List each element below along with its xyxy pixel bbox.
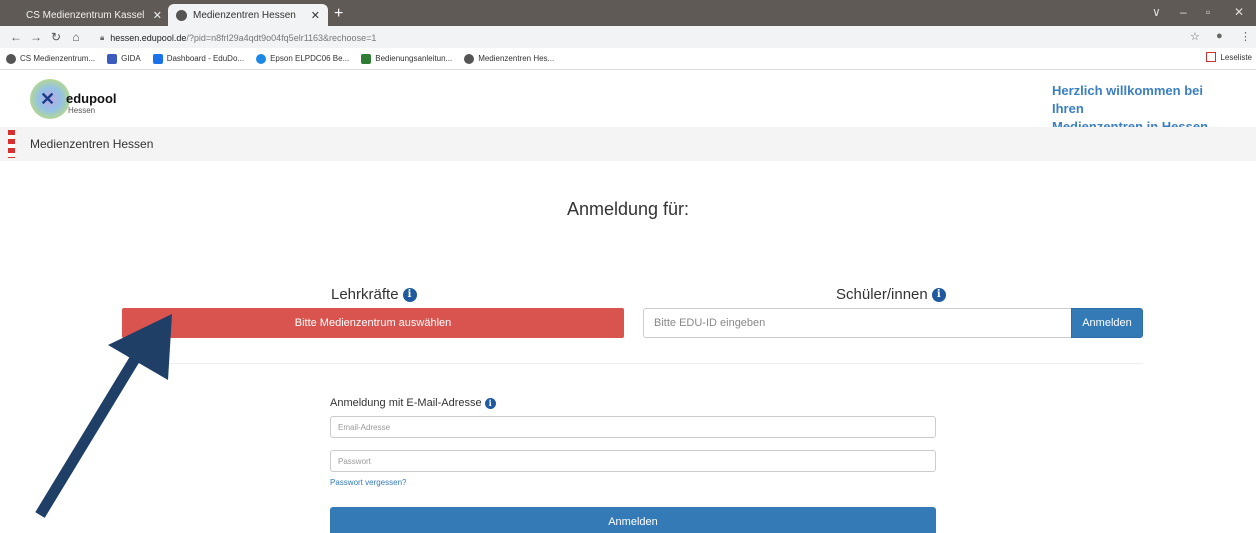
globe-icon (176, 9, 187, 21)
bookmark-item[interactable]: Dashboard - EduDo... (152, 53, 245, 64)
logo-subtitle: Hessen (68, 106, 96, 115)
tab-medienzentren-hessen[interactable]: Medienzentren Hessen ✕ (168, 4, 328, 26)
page-title: Anmeldung für: (566, 199, 690, 219)
tab-search-icon[interactable]: ∨ (1152, 5, 1161, 19)
epson-icon (256, 53, 267, 64)
bookmark-label: Medienzentren Hes... (478, 54, 555, 63)
edudocs-icon (152, 53, 163, 64)
browser-tab-bar: CS Medienzentrum Kassel ✕ Medienzentren … (0, 0, 1256, 26)
email-field[interactable] (330, 416, 936, 438)
bookmark-star-icon[interactable]: ☆ (1190, 30, 1200, 43)
lock-icon: 🔒︎ (100, 32, 105, 42)
back-icon[interactable]: ← (6, 30, 26, 44)
forward-icon[interactable]: → (26, 30, 46, 44)
info-icon[interactable]: i (484, 397, 496, 409)
home-icon[interactable]: ⌂ (66, 30, 86, 44)
divider (122, 363, 1143, 364)
welcome-line-1: Herzlich willkommen bei Ihren (1052, 83, 1203, 116)
students-label: Schüler/innen (836, 286, 928, 303)
bookmark-item[interactable]: Bedienungsanleitun... (361, 53, 453, 64)
profile-icon[interactable]: ● (1216, 30, 1223, 42)
hessen-flag-icon (8, 130, 15, 158)
maximize-icon[interactable]: ▫ (1206, 5, 1210, 19)
logo-text: edupool (66, 91, 117, 106)
select-media-center-button[interactable]: Bitte Medienzentrum auswählen (122, 308, 624, 338)
reading-list-button[interactable]: Leseliste (1206, 52, 1252, 62)
url-field[interactable]: 🔒︎ hessen.edupool.de/?pid=n8frl29a4qdt9o… (100, 30, 1160, 45)
globe-icon (464, 53, 475, 64)
reload-icon[interactable]: ↻ (46, 30, 66, 44)
info-icon[interactable]: i (402, 287, 417, 302)
bookmark-label: Epson ELPDC06 Be... (270, 54, 350, 63)
breadcrumb: Medienzentren Hessen (0, 127, 1256, 161)
bookmark-item[interactable]: CS Medienzentrum... (6, 53, 96, 64)
close-icon[interactable]: ✕ (311, 9, 320, 22)
bookmark-label: Bedienungsanleitun... (375, 54, 453, 63)
email-login-button[interactable]: Anmelden (330, 507, 936, 533)
bookmark-label: CS Medienzentrum... (20, 54, 96, 63)
edupool-logo[interactable]: ✕ edupool Hessen (30, 79, 120, 119)
edu-id-input[interactable] (643, 308, 1071, 338)
tab-title: Medienzentren Hessen (193, 9, 296, 21)
students-heading: Schüler/innen i (836, 286, 946, 303)
reading-list-label: Leseliste (1220, 52, 1252, 62)
logo-mark-icon: ✕ (40, 89, 56, 109)
minimize-icon[interactable]: – (1180, 5, 1187, 19)
bookmark-label: Dashboard - EduDo... (166, 54, 245, 63)
email-login-label: Anmeldung mit E-Mail-Adresse (330, 397, 482, 409)
bookmark-item[interactable]: Medienzentren Hes... (464, 53, 555, 64)
search-doc-icon (361, 53, 372, 64)
new-tab-button[interactable]: + (334, 5, 343, 23)
reading-list-icon (1206, 52, 1217, 62)
tab-cs-medienzentrum[interactable]: CS Medienzentrum Kassel ✕ (18, 4, 170, 26)
bookmark-item[interactable]: GIDA (107, 53, 141, 64)
info-icon[interactable]: i (931, 287, 946, 302)
student-login-button[interactable]: Anmelden (1071, 308, 1143, 338)
teachers-label: Lehrkräfte (331, 286, 399, 303)
address-bar: ← → ↻ ⌂ 🔒︎ hessen.edupool.de/?pid=n8frl2… (0, 26, 1256, 48)
window-close-icon[interactable]: ✕ (1234, 5, 1244, 19)
bookmark-item[interactable]: Epson ELPDC06 Be... (256, 53, 350, 64)
site-header: ✕ edupool Hessen Herzlich willkommen bei… (0, 71, 1256, 134)
bookmarks-bar: CS Medienzentrum... GIDA Dashboard - Edu… (0, 48, 1256, 70)
tab-title: CS Medienzentrum Kassel (26, 9, 145, 21)
password-field[interactable] (330, 450, 936, 472)
gida-icon (107, 53, 118, 64)
url-path: /?pid=n8frl29a4qdt9o04fq5elr1163&rechoos… (186, 32, 377, 43)
globe-icon (6, 53, 16, 64)
email-login-heading: Anmeldung mit E-Mail-Adresse i (330, 397, 496, 409)
teachers-heading: Lehrkräfte i (331, 286, 417, 303)
breadcrumb-label[interactable]: Medienzentren Hessen (30, 137, 153, 151)
url-host: hessen.edupool.de (110, 32, 187, 43)
bookmark-label: GIDA (121, 54, 141, 63)
forgot-password-link[interactable]: Passwort vergessen? (330, 478, 406, 487)
close-icon[interactable]: ✕ (153, 9, 162, 22)
menu-icon[interactable]: ⋮ (1240, 30, 1251, 43)
